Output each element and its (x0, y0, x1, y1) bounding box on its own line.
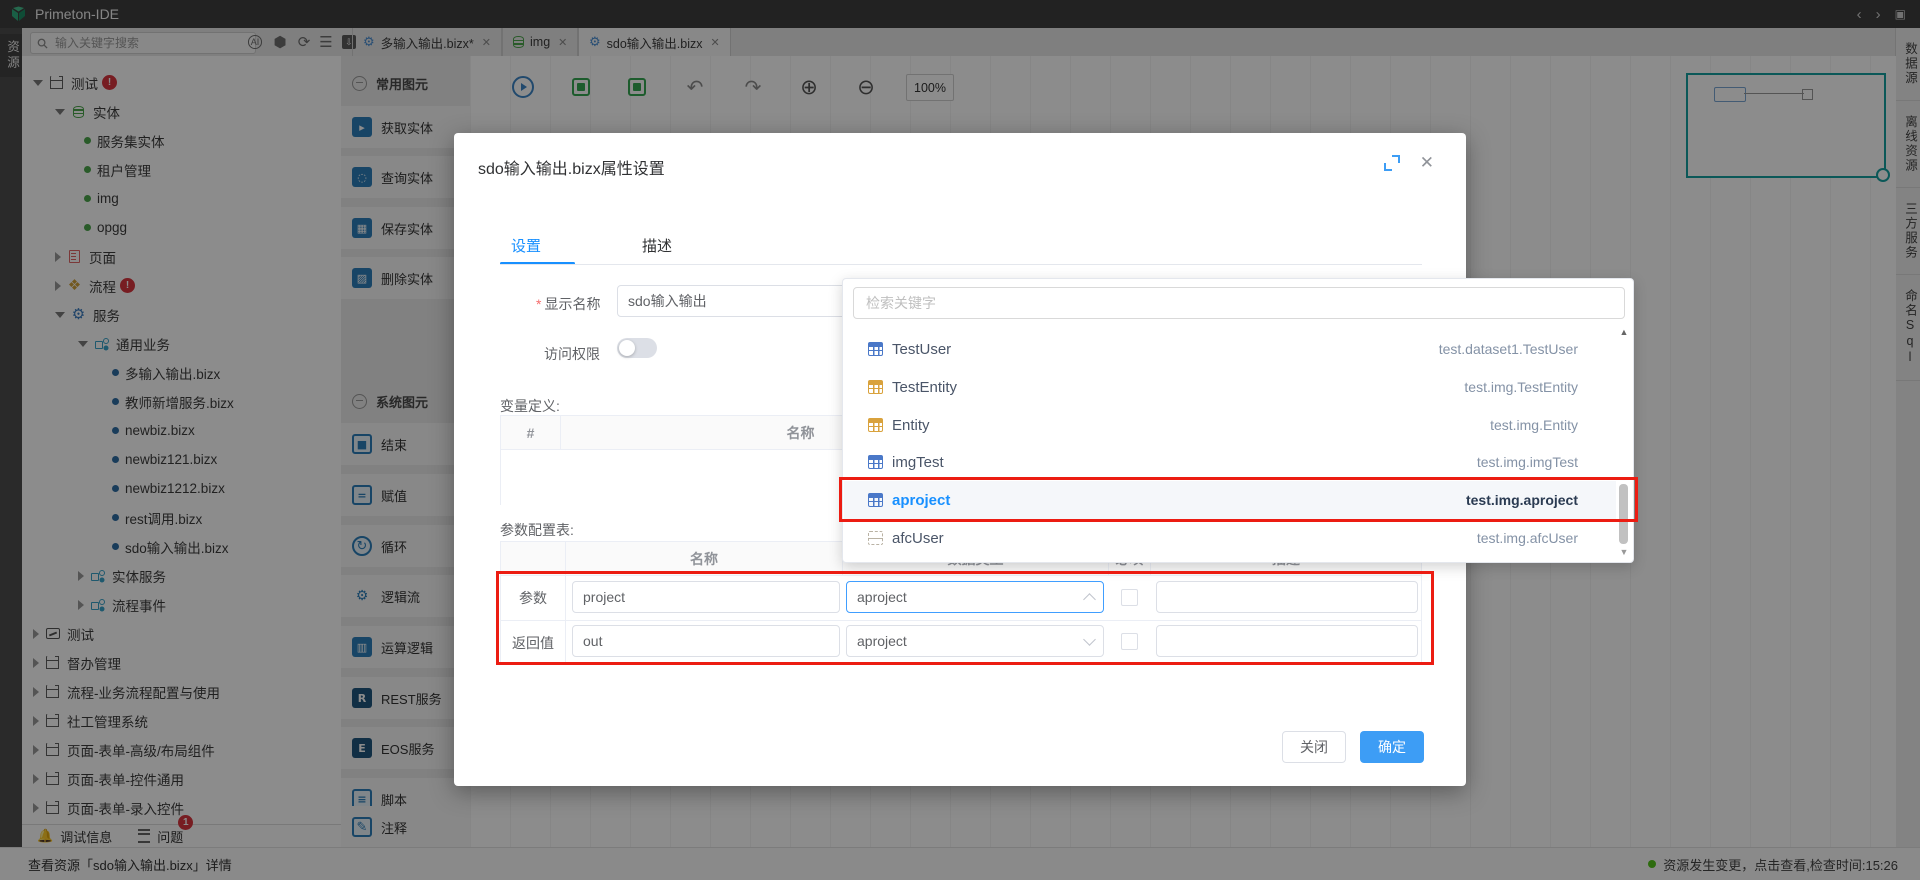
param-required-checkbox[interactable] (1121, 589, 1138, 606)
required-asterisk: * (536, 296, 541, 312)
scroll-down-icon[interactable] (1618, 546, 1630, 558)
table-icon (868, 455, 883, 469)
access-toggle[interactable] (617, 338, 657, 358)
param-name-input[interactable] (572, 581, 840, 613)
dropdown-search-input[interactable] (853, 287, 1625, 319)
param-row-type: 返回值 (501, 621, 566, 664)
return-name-input[interactable] (572, 625, 840, 657)
access-label: 访问权限 (544, 344, 600, 364)
param-row-type: 参数 (501, 576, 566, 620)
param-datatype-combobox[interactable]: aproject (846, 581, 1104, 613)
scrollbar-thumb[interactable] (1619, 484, 1628, 544)
dialog-close-icon[interactable] (1420, 153, 1434, 173)
dialog-tab-settings[interactable]: 设置 (511, 235, 541, 256)
tab-divider (500, 264, 1422, 265)
dropdown-item-entity[interactable]: Entitytest.img.Entity (844, 406, 1616, 444)
params-section-label: 参数配置表: (500, 520, 574, 540)
dropdown-item-imgtest[interactable]: imgTesttest.img.imgTest (844, 443, 1616, 481)
table-icon (868, 380, 883, 394)
entity-picker-dropdown: TestUsertest.dataset1.TestUser TestEntit… (842, 278, 1634, 563)
dialog-tab-description[interactable]: 描述 (642, 235, 672, 256)
return-datatype-combobox[interactable]: aproject (846, 625, 1104, 657)
close-button[interactable]: 关闭 (1282, 731, 1346, 763)
dropdown-item-testentity[interactable]: TestEntitytest.img.TestEntity (844, 368, 1616, 406)
dialog-title: sdo输入输出.bizx属性设置 (478, 155, 665, 179)
table-icon (868, 493, 883, 507)
table-icon (868, 418, 883, 432)
dropdown-item-testuser[interactable]: TestUsertest.dataset1.TestUser (844, 330, 1616, 368)
confirm-button[interactable]: 确定 (1360, 731, 1424, 763)
return-required-checkbox[interactable] (1121, 633, 1138, 650)
return-desc-input[interactable] (1156, 625, 1418, 657)
dropdown-item-afcuser[interactable]: afcUsertest.img.afcUser (844, 519, 1616, 557)
chevron-down-icon (1083, 633, 1096, 646)
param-col-rowtype (501, 542, 566, 575)
dropdown-item-aproject[interactable]: aprojecttest.img.aproject (844, 481, 1616, 519)
table-icon (868, 531, 883, 545)
param-col-name: 名称 (566, 542, 843, 575)
scroll-up-icon[interactable] (1618, 326, 1630, 338)
var-col-index: # (501, 416, 561, 449)
display-name-label: *显示名称 (536, 294, 600, 314)
chevron-up-icon (1083, 593, 1096, 606)
variables-section-label: 变量定义: (500, 396, 560, 416)
param-desc-input[interactable] (1156, 581, 1418, 613)
dropdown-scrollbar[interactable] (1618, 326, 1630, 558)
dialog-expand-icon[interactable] (1384, 155, 1400, 171)
table-icon (868, 342, 883, 356)
